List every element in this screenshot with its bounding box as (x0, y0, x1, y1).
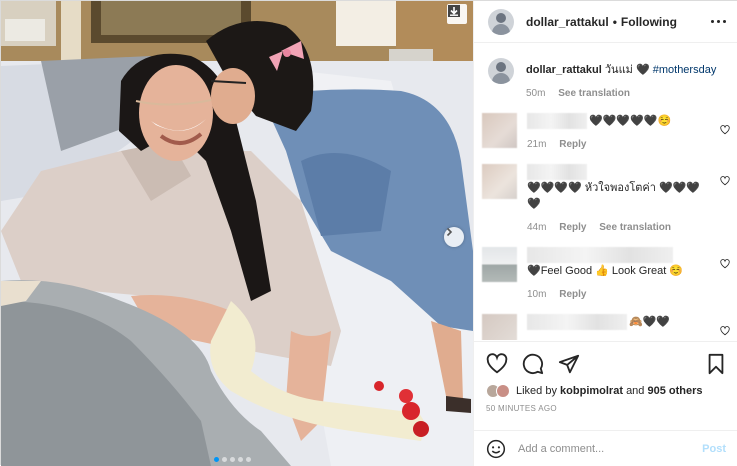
reply-button[interactable]: Reply (559, 222, 586, 233)
commenter-avatar[interactable] (482, 247, 517, 282)
comment-text: 🙈🖤🖤 (629, 316, 671, 328)
commenter-avatar[interactable] (482, 164, 517, 199)
comment-text: 🖤Feel Good 👍 Look Great ☺️ (527, 265, 684, 277)
commenter-name-blurred[interactable] (527, 314, 627, 330)
more-icon[interactable] (711, 20, 726, 23)
caption-avatar[interactable] (488, 58, 514, 84)
comment-item: 🖤Feel Good 👍 Look Great ☺️ 10m Reply (474, 247, 737, 300)
carousel-dot (238, 457, 243, 462)
comment-item: 🖤🖤🖤🖤🖤☺️ 21m Reply (474, 113, 737, 150)
header-separator: • (612, 14, 617, 29)
emoji-icon[interactable] (486, 439, 506, 459)
caption-username[interactable]: dollar_rattakul (526, 64, 602, 76)
post-header: dollar_rattakul • Following (474, 1, 737, 43)
carousel-indicator (214, 457, 251, 462)
comment-time: 21m (527, 139, 547, 150)
commenter-avatar[interactable] (482, 113, 517, 148)
commenter-avatar[interactable] (482, 314, 517, 340)
carousel-dot (246, 457, 251, 462)
next-arrow-icon[interactable] (444, 227, 464, 247)
carousel-dot (222, 457, 227, 462)
liked-by-user[interactable]: kobpimolrat (560, 385, 623, 397)
share-icon[interactable] (558, 353, 580, 375)
carousel-dot (230, 457, 235, 462)
see-translation-link[interactable]: See translation (558, 88, 630, 99)
caption-hashtag[interactable]: #mothersday (653, 64, 717, 76)
comment-input[interactable] (518, 442, 688, 455)
comment-time: 10m (527, 289, 547, 300)
instagram-post: dollar_rattakul • Following dollar_ratta… (0, 0, 737, 466)
post-actions: Liked by kobpimolrat and 905 others 50 M… (474, 341, 737, 413)
comment-icon[interactable] (522, 353, 544, 375)
comment-item: 🖤🖤🖤🖤 หัวใจพองโตค่า 🖤🖤🖤🖤 44m Reply See tr… (474, 164, 737, 233)
liked-by-others[interactable]: 905 others (647, 385, 702, 397)
post-photo[interactable] (1, 1, 473, 466)
likes-summary[interactable]: Liked by kobpimolrat and 905 others (486, 384, 726, 398)
comments-list[interactable]: dollar_rattakul วันแม่ 🖤 #mothersday 50m… (474, 44, 737, 340)
following-button[interactable]: Following (621, 15, 677, 29)
comment-like-icon[interactable] (720, 326, 730, 336)
post-comment-button[interactable]: Post (702, 443, 726, 455)
photo-illustration (1, 1, 473, 466)
comment-like-icon[interactable] (720, 259, 730, 269)
save-corner-icon[interactable] (447, 4, 467, 24)
see-translation-link[interactable]: See translation (599, 222, 671, 233)
comment-text: 🖤🖤🖤🖤 หัวใจพองโตค่า 🖤🖤🖤🖤 (527, 182, 701, 210)
carousel-dot (214, 457, 219, 462)
caption-time: 50m (526, 88, 546, 99)
author-avatar[interactable] (488, 8, 514, 35)
reply-button[interactable]: Reply (559, 139, 586, 150)
comment-like-icon[interactable] (720, 176, 730, 186)
comment-item: 🙈🖤🖤 (474, 314, 737, 340)
liked-by-prefix: Liked by (516, 385, 557, 397)
bookmark-icon[interactable] (706, 353, 726, 375)
commenter-name-blurred[interactable] (527, 247, 673, 263)
reply-button[interactable]: Reply (559, 289, 586, 300)
liker-avatar (496, 384, 510, 398)
author-username[interactable]: dollar_rattakul (526, 15, 609, 29)
add-comment-bar: Post (474, 430, 737, 466)
commenter-name-blurred[interactable] (527, 113, 587, 129)
liked-by-and: and (626, 385, 645, 397)
caption-text: วันแม่ 🖤 (604, 64, 650, 76)
comment-text: 🖤🖤🖤🖤🖤☺️ (589, 115, 672, 127)
comment-time: 44m (527, 222, 547, 233)
post-caption: dollar_rattakul วันแม่ 🖤 #mothersday 50m… (474, 44, 737, 99)
post-side-panel: dollar_rattakul • Following dollar_ratta… (473, 1, 737, 466)
commenter-name-blurred[interactable] (527, 164, 587, 180)
comment-like-icon[interactable] (720, 125, 730, 135)
heart-icon[interactable] (486, 353, 508, 375)
post-timestamp[interactable]: 50 MINUTES AGO (486, 404, 726, 413)
